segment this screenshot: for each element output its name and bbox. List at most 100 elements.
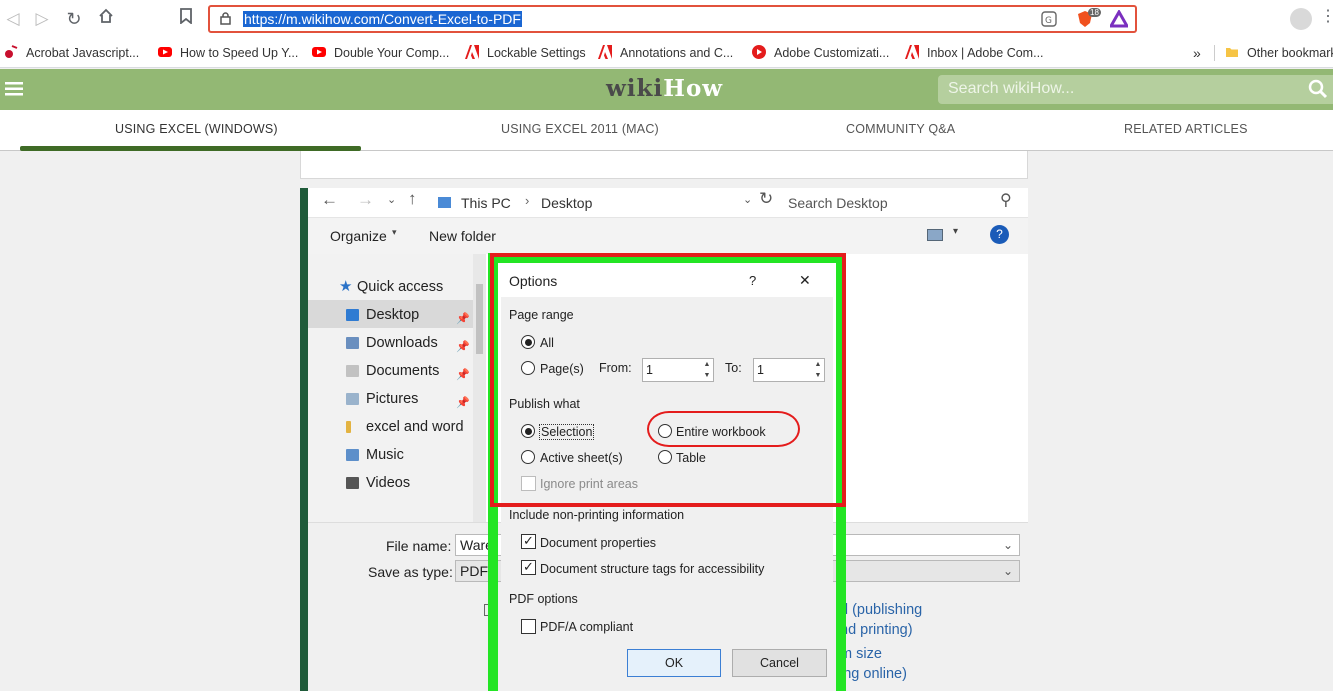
breadcrumb-desktop[interactable]: Desktop [541, 195, 592, 211]
explorer-search-input[interactable]: Search Desktop [788, 195, 888, 211]
up-arrow-icon[interactable]: ↑ [408, 189, 417, 209]
home-icon[interactable] [95, 8, 117, 30]
pc-icon [438, 197, 451, 208]
tab-using-excel-windows[interactable]: USING EXCEL (WINDOWS) [115, 122, 278, 136]
bookmark-label: How to Speed Up Y... [180, 46, 299, 60]
red-highlight-oval [647, 411, 800, 447]
document-properties-label[interactable]: Document properties [540, 536, 656, 550]
url-text[interactable]: https://m.wikihow.com/Convert-Excel-to-P… [243, 11, 522, 27]
pin-icon: 📌 [456, 369, 470, 381]
translate-icon[interactable]: G [1041, 11, 1057, 32]
bookmark-item[interactable]: Double Your Comp... [312, 43, 449, 63]
forward-arrow-icon[interactable]: → [357, 190, 374, 210]
chevron-down-icon[interactable]: ⌄ [1003, 561, 1013, 581]
magnifier-icon[interactable]: ⚲ [1000, 190, 1012, 210]
address-bar[interactable]: https://m.wikihow.com/Convert-Excel-to-P… [208, 5, 1137, 33]
bookmark-item[interactable]: Acrobat Javascript... [4, 43, 139, 63]
bookmark-item[interactable]: Lockable Settings [465, 43, 586, 63]
tab-related-articles[interactable]: RELATED ARTICLES [1124, 122, 1248, 136]
extension-badge: 18 [1088, 8, 1101, 17]
nav-scrollbar[interactable] [473, 254, 486, 522]
help-icon[interactable]: ? [990, 225, 1009, 244]
forward-icon[interactable]: ▷ [31, 8, 53, 30]
nav-quick-access[interactable]: Quick access [357, 279, 443, 295]
pin-icon: 📌 [456, 397, 470, 409]
back-icon[interactable]: ◁ [2, 8, 24, 30]
optimize-standard-link[interactable]: d (publishing [840, 602, 922, 618]
brave-rewards-icon[interactable] [1108, 8, 1130, 33]
adobe-icon [905, 45, 919, 59]
youtube-icon [158, 45, 172, 59]
menu-icon[interactable]: ⋮ [1320, 6, 1333, 26]
save-type-label: Save as type: [368, 564, 453, 580]
nav-desktop[interactable]: Desktop [366, 307, 419, 323]
pdfa-checkbox[interactable] [521, 619, 536, 634]
folder-icon [1225, 45, 1239, 59]
search-placeholder: Search wikiHow... [948, 80, 1075, 97]
profile-avatar[interactable] [1290, 8, 1312, 30]
organize-button[interactable]: Organize [330, 228, 387, 244]
bookmark-label: Other bookmarks [1247, 46, 1333, 60]
optimize-minimum-link-2[interactable]: ing online) [840, 666, 907, 682]
nav-pictures[interactable]: Pictures [366, 391, 418, 407]
nav-downloads[interactable]: Downloads [366, 335, 438, 351]
view-icon[interactable] [927, 229, 943, 241]
bookmark-item[interactable]: How to Speed Up Y... [158, 43, 298, 63]
structure-tags-label[interactable]: Document structure tags for accessibilit… [540, 562, 764, 576]
reload-icon[interactable]: ↻ [63, 8, 85, 30]
search-icon[interactable] [1308, 79, 1328, 104]
navigation-pane: ★ Quick access Desktop Downloads Documen… [308, 254, 486, 522]
folder-icon [346, 421, 351, 433]
tab-community-qa[interactable]: COMMUNITY Q&A [846, 122, 955, 136]
site-search-input[interactable]: Search wikiHow... [938, 75, 1333, 104]
organize-dropdown-icon: ▾ [392, 227, 397, 237]
bookmark-item[interactable]: Annotations and C... [598, 43, 733, 63]
chevron-down-icon[interactable]: ⌄ [1003, 535, 1013, 555]
pin-icon: 📌 [456, 341, 470, 353]
more-bookmarks-button[interactable]: » [1193, 43, 1201, 63]
explorer-address-bar: ← → ⌄ ↑ This PC › Desktop ⌄ ↻ Search Des… [308, 188, 1028, 218]
chevron-down-icon[interactable]: ⌄ [387, 193, 396, 206]
logo-wiki: wiki [606, 75, 664, 102]
tab-using-excel-mac[interactable]: USING EXCEL 2011 (MAC) [501, 122, 659, 136]
adobe-icon [465, 45, 479, 59]
nav-excel-and-word[interactable]: excel and word [366, 419, 464, 435]
path-dropdown-icon[interactable]: ⌄ [743, 193, 752, 206]
bookmark-label: Inbox | Adobe Com... [927, 46, 1044, 60]
nav-videos[interactable]: Videos [366, 475, 410, 491]
site-header: wikiHow Search wikiHow... [0, 69, 1333, 110]
document-properties-checkbox[interactable]: ✓ [521, 534, 536, 549]
back-arrow-icon[interactable]: ← [321, 190, 338, 210]
nav-music[interactable]: Music [366, 447, 404, 463]
bookmark-icon[interactable] [175, 8, 197, 30]
other-bookmarks-folder[interactable]: Other bookmarks [1225, 43, 1333, 63]
refresh-icon[interactable]: ↻ [759, 189, 773, 209]
red-highlight-box [490, 253, 846, 507]
optimize-minimum-link[interactable]: m size [840, 646, 882, 662]
hamburger-menu-icon[interactable] [5, 82, 23, 101]
lock-icon [220, 12, 231, 30]
bookmark-item[interactable]: Adobe Customizati... [752, 43, 889, 63]
view-dropdown-icon[interactable]: ▾ [953, 226, 958, 237]
adobe-media-icon [752, 45, 766, 59]
pictures-folder-icon [346, 393, 359, 405]
breadcrumb-this-pc[interactable]: This PC [461, 195, 511, 211]
music-folder-icon [346, 449, 359, 461]
scrollbar-thumb[interactable] [476, 284, 483, 354]
new-folder-button[interactable]: New folder [429, 228, 496, 244]
file-name-label: File name: [386, 538, 452, 554]
pin-icon: 📌 [456, 313, 470, 325]
optimize-standard-link-2[interactable]: nd printing) [840, 622, 913, 638]
structure-tags-checkbox[interactable]: ✓ [521, 560, 536, 575]
cancel-button[interactable]: Cancel [732, 649, 827, 677]
wikihow-logo[interactable]: wikiHow [606, 75, 723, 102]
videos-folder-icon [346, 477, 359, 489]
bookmark-item[interactable]: Inbox | Adobe Com... [905, 43, 1044, 63]
nav-documents[interactable]: Documents [366, 363, 439, 379]
pdf-options-heading: PDF options [509, 592, 578, 606]
article-card [300, 151, 1028, 179]
ok-button[interactable]: OK [627, 649, 721, 677]
logo-how: How [663, 75, 724, 102]
desktop-folder-icon [346, 309, 359, 321]
pdfa-label[interactable]: PDF/A compliant [540, 620, 633, 634]
